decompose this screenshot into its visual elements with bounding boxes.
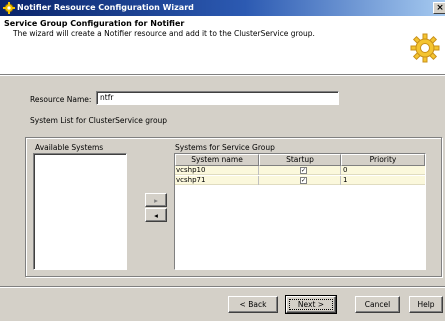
available-systems-label: Available Systems <box>35 143 104 152</box>
startup-checkbox[interactable]: ✓ <box>300 167 307 174</box>
system-name-cell: vcshp10 <box>175 166 259 175</box>
startup-cell: ✓ <box>259 166 341 175</box>
title-bar[interactable]: Notifier Resource Configuration Wizard × <box>0 0 445 16</box>
arrow-right-icon: ▸ <box>154 195 158 205</box>
wizard-header: Service Group Configuration for Notifier… <box>0 16 445 74</box>
wizard-app-icon <box>3 2 15 14</box>
cancel-button[interactable]: Cancel <box>355 296 400 313</box>
footer-separator <box>0 286 445 288</box>
add-system-button[interactable]: ▸ <box>145 193 167 207</box>
header-description: The wizard will create a Notifier resour… <box>13 29 315 38</box>
column-header-system-name[interactable]: System name <box>175 154 259 166</box>
table-row[interactable]: vcshp71 ✓ 1 <box>175 176 425 185</box>
startup-cell: ✓ <box>259 176 341 185</box>
column-header-startup[interactable]: Startup <box>259 154 341 166</box>
service-group-systems-label: Systems for Service Group <box>175 143 275 152</box>
available-systems-list[interactable] <box>33 153 127 270</box>
gear-icon <box>410 33 440 63</box>
system-name-cell: vcshp71 <box>175 176 259 185</box>
resource-name-label: Resource Name: <box>30 95 92 104</box>
next-button[interactable]: Next > <box>285 295 337 314</box>
close-button[interactable]: × <box>433 2 445 14</box>
table-row[interactable]: vcshp10 ✓ 0 <box>175 166 425 175</box>
column-header-priority[interactable]: Priority <box>341 154 425 166</box>
priority-cell[interactable]: 0 <box>341 166 425 175</box>
help-button[interactable]: Help <box>409 296 443 313</box>
system-list-label: System List for ClusterService group <box>30 116 168 125</box>
startup-checkbox[interactable]: ✓ <box>300 177 307 184</box>
priority-cell[interactable]: 1 <box>341 176 425 185</box>
remove-system-button[interactable]: ◂ <box>145 208 167 222</box>
back-button[interactable]: < Back <box>228 296 278 313</box>
window-title: Notifier Resource Configuration Wizard <box>17 3 194 12</box>
table-header: System name Startup Priority <box>175 154 425 166</box>
wizard-window: Notifier Resource Configuration Wizard ×… <box>0 0 445 321</box>
resource-name-input[interactable]: ntfr <box>96 91 339 105</box>
next-button-label: Next > <box>288 299 334 310</box>
service-group-systems-table[interactable]: System name Startup Priority vcshp10 ✓ 0… <box>174 153 426 270</box>
header-separator <box>0 74 445 76</box>
header-title: Service Group Configuration for Notifier <box>4 19 185 28</box>
arrow-left-icon: ◂ <box>154 210 158 220</box>
